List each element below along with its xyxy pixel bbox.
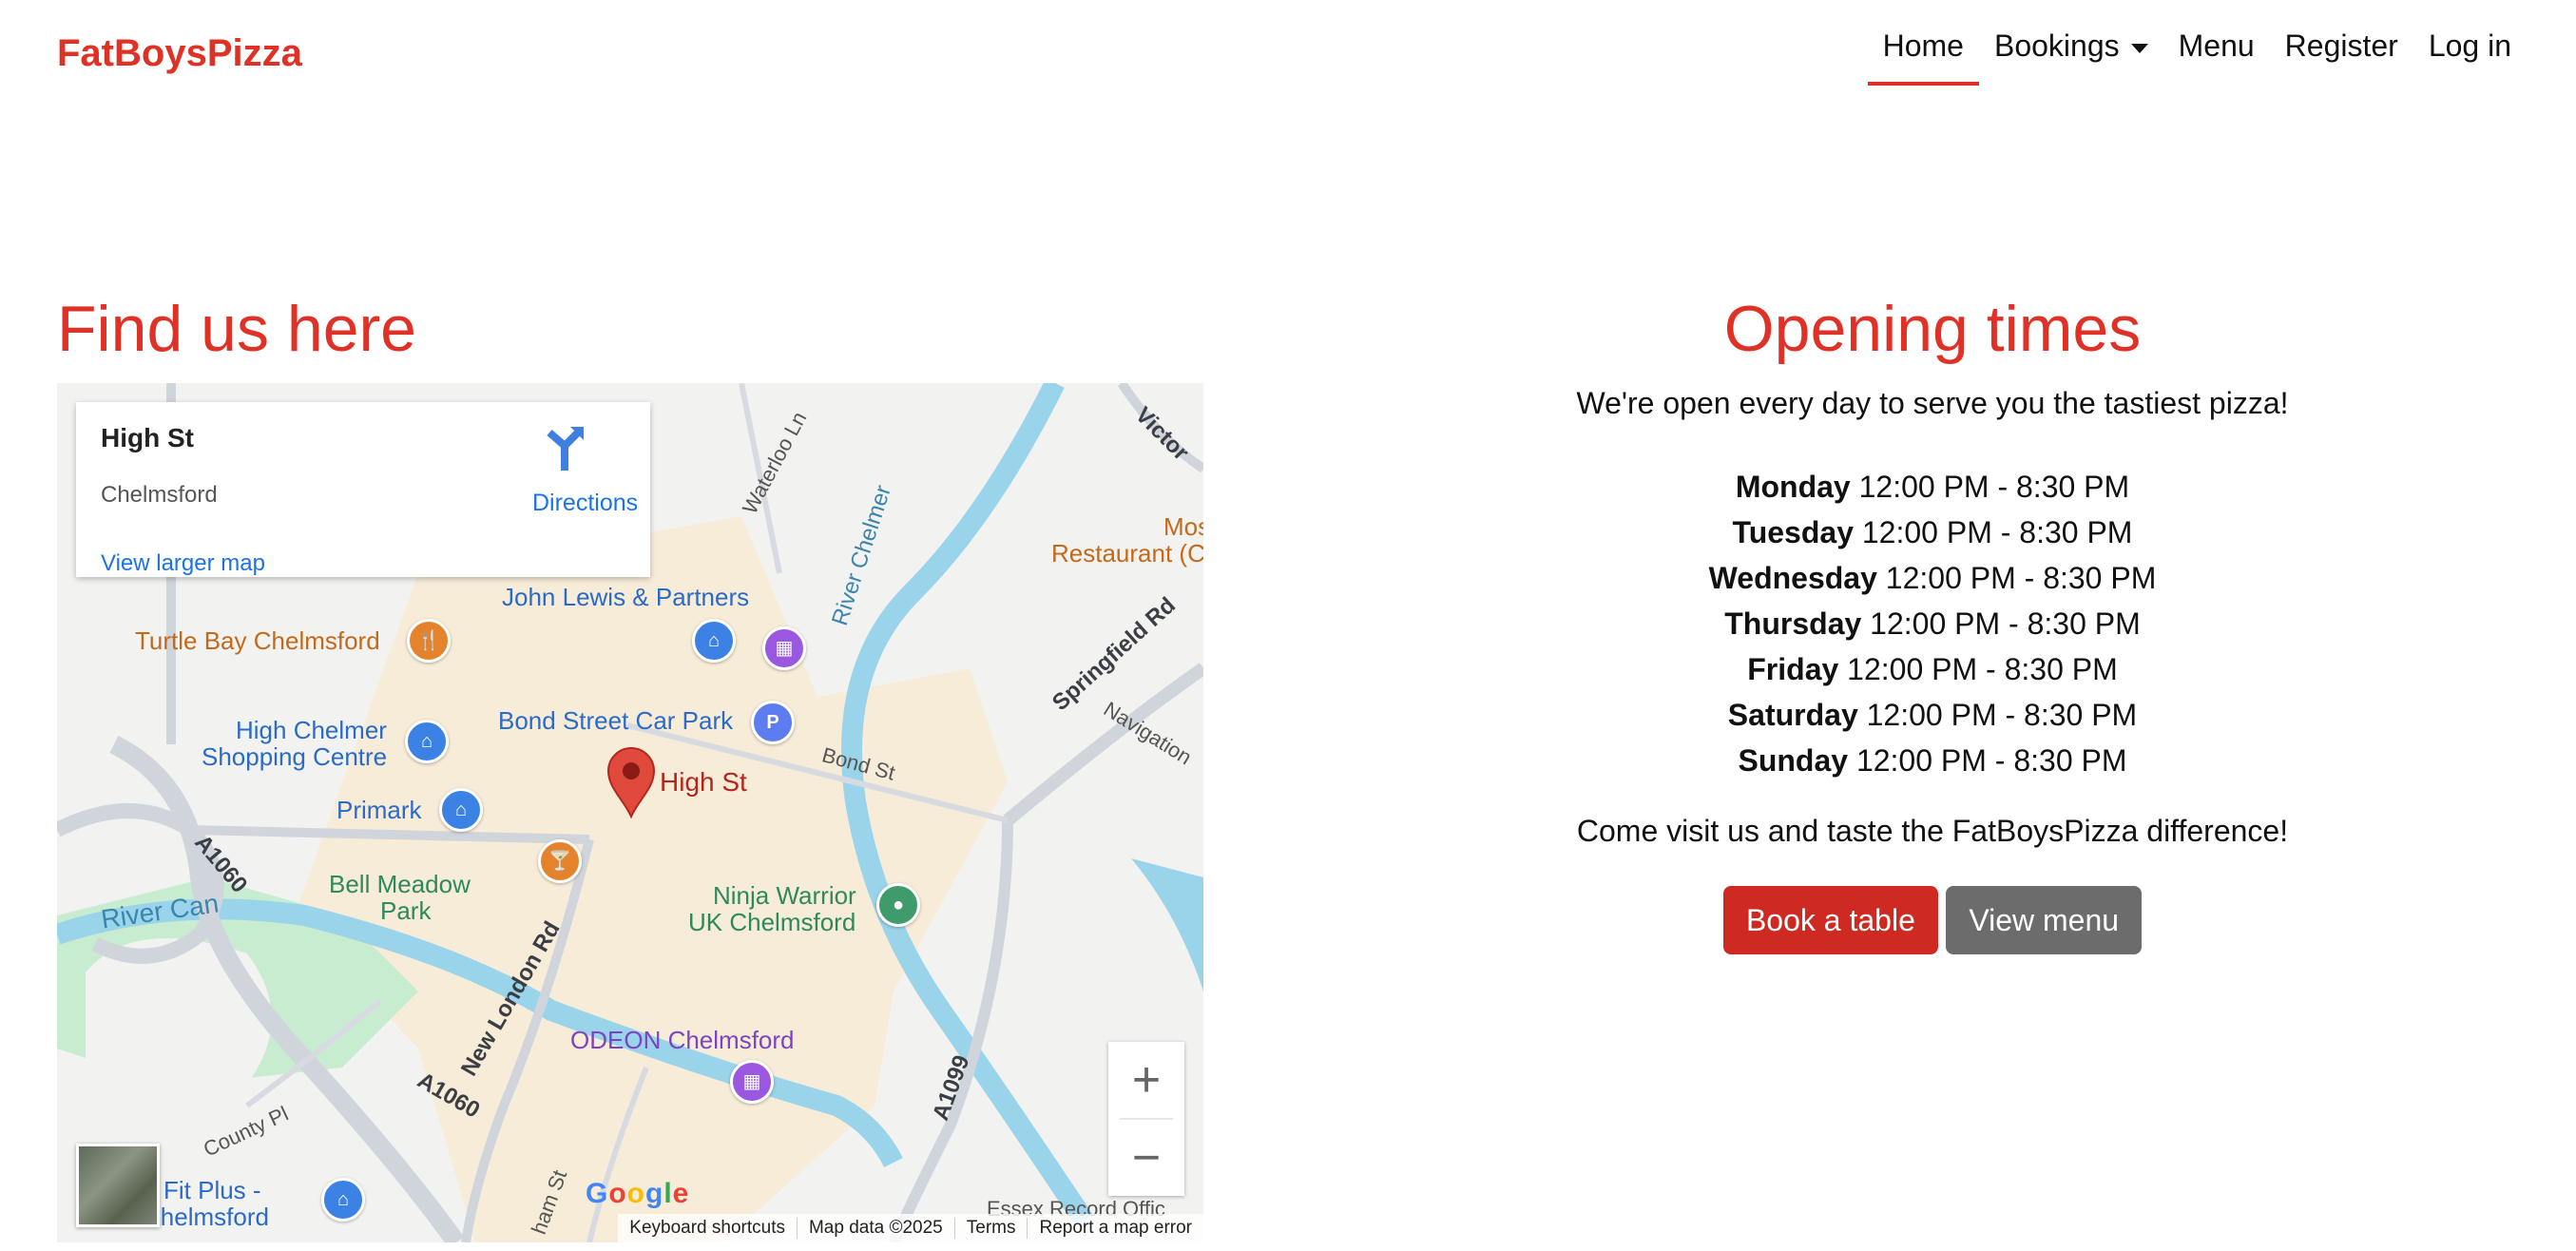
- nav-login[interactable]: Log in: [2413, 25, 2527, 86]
- location-pin-icon[interactable]: [606, 746, 656, 818]
- time-range: 12:00 PM - 8:30 PM: [1866, 698, 2138, 732]
- map-label-odeon: ODEON Chelmsford: [570, 1026, 795, 1054]
- zoom-out-button[interactable]: −: [1108, 1120, 1184, 1196]
- shopping-bag-icon[interactable]: ⌂: [405, 720, 449, 763]
- opening-intro: We're open every day to serve you the ta…: [1576, 386, 2289, 420]
- brand-logo[interactable]: FatBoysPizza: [57, 32, 302, 75]
- day-label: Sunday: [1738, 743, 1849, 778]
- keyboard-shortcuts-link[interactable]: Keyboard shortcuts: [618, 1218, 798, 1239]
- map-label-ninja-warrior: Ninja Warrior: [713, 881, 856, 910]
- action-buttons: Book a table View menu: [1394, 886, 2471, 954]
- find-us-heading: Find us here: [57, 293, 416, 365]
- hours-row-tuesday: Tuesday 12:00 PM - 8:30 PM: [1394, 510, 2471, 555]
- time-range: 12:00 PM - 8:30 PM: [1861, 515, 2133, 549]
- satellite-layer-toggle[interactable]: [76, 1144, 160, 1227]
- opening-times-heading: Opening times: [1723, 293, 2142, 365]
- time-range: 12:00 PM - 8:30 PM: [1858, 470, 2130, 504]
- shopping-bag-icon[interactable]: ⌂: [439, 788, 483, 832]
- day-label: Wednesday: [1708, 561, 1877, 595]
- map-label-fit-plus-chelmsford: Chelmsford: [143, 1203, 269, 1231]
- map-label-primark: Primark: [336, 796, 422, 824]
- hours-row-monday: Monday 12:00 PM - 8:30 PM: [1394, 464, 2471, 510]
- opening-hours-list: Monday 12:00 PM - 8:30 PM Tuesday 12:00 …: [1394, 464, 2471, 783]
- time-range: 12:00 PM - 8:30 PM: [1855, 743, 2127, 778]
- map-label-restaurant: Restaurant (C: [1051, 539, 1203, 568]
- shopping-bag-icon[interactable]: ⌂: [321, 1178, 365, 1222]
- attraction-icon[interactable]: ●: [876, 883, 920, 927]
- time-range: 12:00 PM - 8:30 PM: [1870, 606, 2141, 641]
- time-range: 12:00 PM - 8:30 PM: [1885, 561, 2157, 595]
- hours-row-thursday: Thursday 12:00 PM - 8:30 PM: [1394, 601, 2471, 646]
- nav-register[interactable]: Register: [2270, 25, 2413, 86]
- day-label: Saturday: [1727, 698, 1858, 732]
- day-label: Friday: [1747, 652, 1839, 686]
- nav-bookings-dropdown[interactable]: Bookings: [1979, 25, 2163, 86]
- day-label: Tuesday: [1732, 515, 1854, 549]
- hours-row-wednesday: Wednesday 12:00 PM - 8:30 PM: [1394, 555, 2471, 601]
- map-label-mos: Mos: [1163, 512, 1203, 541]
- view-larger-map-link[interactable]: View larger map: [101, 550, 265, 577]
- map-label-bell-meadow-park: Park: [380, 896, 432, 925]
- zoom-in-button[interactable]: +: [1108, 1042, 1184, 1118]
- hours-row-saturday: Saturday 12:00 PM - 8:30 PM: [1394, 692, 2471, 738]
- map-label-shopping-centre: Shopping Centre: [202, 742, 388, 771]
- parking-icon[interactable]: P: [751, 701, 795, 744]
- map-label-turtle-bay: Turtle Bay Chelmsford: [135, 626, 380, 655]
- map-data-text: Map data ©2025: [798, 1218, 955, 1239]
- cinema-icon[interactable]: ▦: [762, 626, 806, 670]
- place-subtitle: Chelmsford: [101, 482, 218, 508]
- map-label-uk-chelmsford: UK Chelmsford: [688, 908, 856, 936]
- hours-row-friday: Friday 12:00 PM - 8:30 PM: [1394, 646, 2471, 692]
- map-attribution-bar: Keyboard shortcuts Map data ©2025 Terms …: [618, 1214, 1203, 1242]
- zoom-controls: + −: [1108, 1042, 1184, 1196]
- chevron-down-icon: [2130, 43, 2148, 53]
- time-range: 12:00 PM - 8:30 PM: [1847, 652, 2118, 686]
- visit-message: Come visit us and taste the FatBoysPizza…: [1576, 814, 2289, 848]
- view-menu-button[interactable]: View menu: [1946, 886, 2143, 954]
- nav-menu[interactable]: Menu: [2163, 25, 2270, 86]
- day-label: Thursday: [1724, 606, 1862, 641]
- map-label-bond-street-car-park: Bond Street Car Park: [498, 706, 734, 735]
- place-title: High St: [101, 423, 194, 452]
- main-nav: Home Bookings Menu Register Log in: [1867, 25, 2527, 86]
- place-info-card: High St Chelmsford View larger map Direc…: [76, 402, 650, 577]
- terms-link[interactable]: Terms: [955, 1218, 1028, 1239]
- directions-link[interactable]: Directions: [532, 490, 638, 517]
- hours-row-sunday: Sunday 12:00 PM - 8:30 PM: [1394, 738, 2471, 783]
- map-label-bell-meadow: Bell Meadow: [329, 870, 471, 898]
- restaurant-icon[interactable]: 🍴: [407, 619, 451, 663]
- map-pin-label: High St: [660, 767, 747, 797]
- book-table-button[interactable]: Book a table: [1722, 886, 1938, 954]
- map-embed[interactable]: John Lewis & Partners Turtle Bay Chelmsf…: [57, 383, 1203, 1242]
- bar-icon[interactable]: 🍸: [538, 839, 582, 883]
- nav-bookings-label: Bookings: [1993, 29, 2120, 63]
- nav-home[interactable]: Home: [1867, 25, 1980, 86]
- map-label-high-chelmer: High Chelmer: [236, 716, 387, 744]
- google-logo: Google: [586, 1178, 690, 1209]
- map-label-john-lewis: John Lewis & Partners: [502, 583, 750, 611]
- shopping-bag-icon[interactable]: ⌂: [692, 619, 736, 663]
- map-label-fit-plus: Fit Plus -: [163, 1176, 261, 1204]
- report-map-error-link[interactable]: Report a map error: [1028, 1218, 1203, 1239]
- cinema-icon[interactable]: ▦: [730, 1060, 774, 1104]
- day-label: Monday: [1735, 470, 1851, 504]
- directions-icon[interactable]: [544, 425, 586, 471]
